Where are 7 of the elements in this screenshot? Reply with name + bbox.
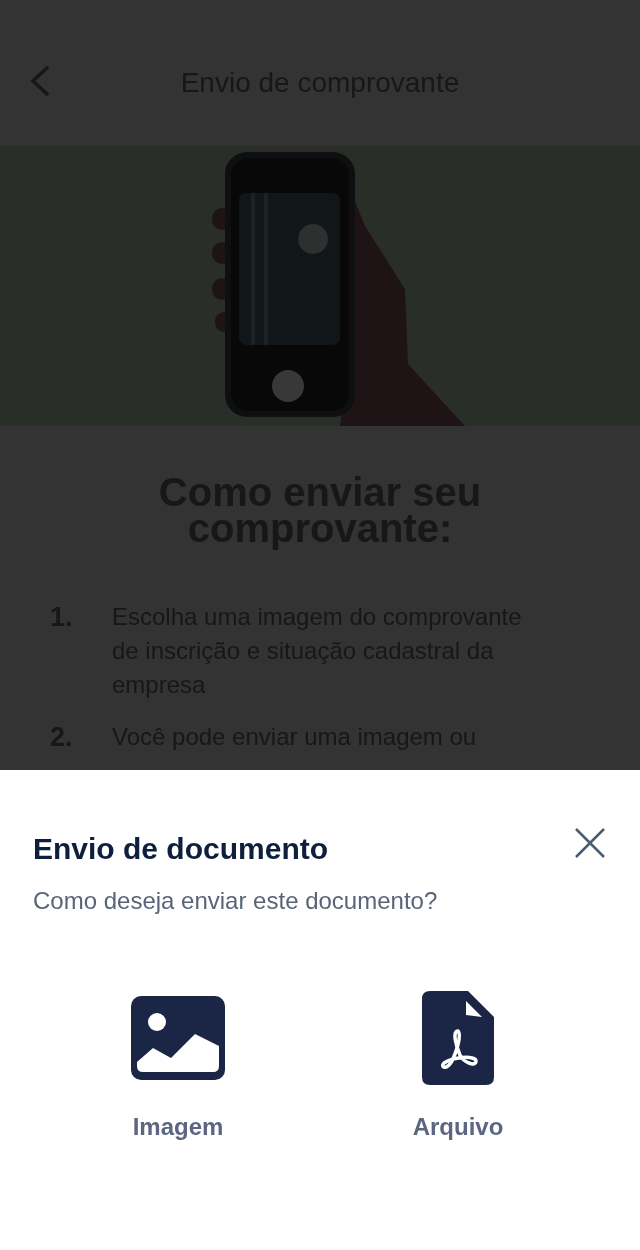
image-icon: [131, 996, 225, 1080]
option-button[interactable]: Arquivo: [358, 979, 558, 1145]
sheet-title: Envio de documento: [33, 831, 329, 867]
pdf-file-icon: [422, 991, 494, 1085]
close-button[interactable]: [573, 826, 607, 860]
option-button[interactable]: Imagem: [78, 979, 278, 1145]
sheet-subtitle: Como deseja enviar este documento?: [33, 886, 439, 916]
